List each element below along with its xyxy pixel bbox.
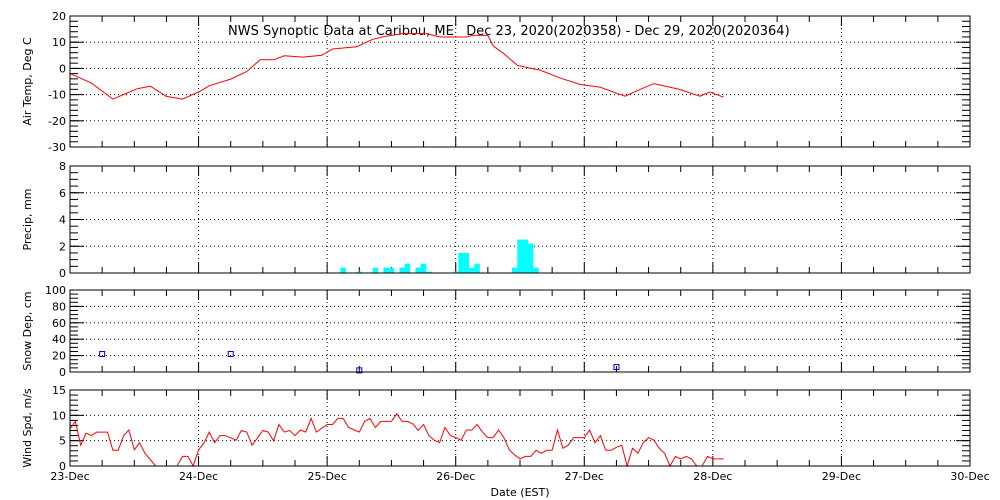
y-tick-label: 4	[59, 214, 66, 227]
y-tick-label: 5	[59, 435, 66, 448]
y-tick-label: 60	[52, 317, 66, 330]
precip-bar	[511, 267, 518, 273]
chart-canvas: NWS Synoptic Data at Caribou, ME Dec 23,…	[21, 10, 990, 499]
precip-bar	[415, 267, 421, 273]
x-tick-label: 27-Dec	[565, 470, 604, 483]
panel-2: 100 80 60 40 20 0 Snow Dep, cm	[21, 284, 971, 379]
precip-bar	[399, 267, 405, 273]
y-tick-label: 40	[52, 333, 66, 346]
y-tick-label: 0	[59, 267, 66, 280]
y-axis-label: Precip, mm	[21, 189, 34, 251]
precip-bar	[463, 252, 470, 273]
precip-bar	[517, 239, 523, 273]
precip-bar	[404, 263, 411, 273]
y-tick-label: 80	[52, 300, 66, 313]
y-tick-label: 0	[59, 62, 66, 75]
chart-title: NWS Synoptic Data at Caribou, ME Dec 23,…	[228, 24, 790, 39]
y-tick-label: 8	[59, 160, 66, 173]
y-tick-label: 20	[52, 10, 66, 23]
series-line	[69, 33, 724, 100]
y-tick-label: 15	[52, 384, 66, 397]
y-tick-label: -10	[48, 89, 66, 102]
y-tick-label: 100	[45, 284, 66, 297]
y-tick-label: 0	[59, 366, 66, 379]
x-tick-label: 26-Dec	[436, 470, 475, 483]
precip-bar	[388, 267, 395, 273]
precip-bar	[469, 267, 475, 273]
x-tick-label: 30-Dec	[950, 470, 989, 483]
y-tick-label: 10	[52, 36, 66, 49]
y-tick-label: 6	[59, 187, 66, 200]
y-axis-label: Air Temp, Deg C	[21, 37, 34, 126]
precip-bar	[533, 267, 539, 273]
precip-bar	[420, 263, 427, 273]
y-tick-label: 10	[52, 409, 66, 422]
x-tick-label: 29-Dec	[822, 470, 861, 483]
precip-bar	[372, 267, 379, 273]
panel-1: 8 6 4 2 0 Precip, mm	[21, 160, 971, 280]
x-tick-label: 25-Dec	[308, 470, 347, 483]
series-line	[69, 412, 724, 468]
panel-frame	[69, 389, 971, 467]
x-tick-label: 23-Dec	[50, 470, 89, 483]
precip-bar	[522, 239, 529, 273]
x-tick-label: 28-Dec	[693, 470, 732, 483]
precip-bar	[340, 267, 346, 273]
precip-bar	[474, 263, 480, 273]
y-tick-label: -30	[48, 141, 66, 154]
nws-caribou-chart: NWS Synoptic Data at Caribou, ME Dec 23,…	[0, 0, 1000, 500]
precip-bar	[383, 267, 389, 273]
x-tick-label: 24-Dec	[179, 470, 218, 483]
y-tick-label: 20	[52, 350, 66, 363]
y-axis-label: Snow Dep, cm	[21, 291, 34, 370]
y-tick-label: 2	[59, 240, 66, 253]
y-axis-label: Wind Spd, m/s	[21, 388, 34, 468]
panel-frame	[69, 289, 971, 373]
y-tick-label: -20	[48, 115, 66, 128]
precip-bar	[458, 252, 464, 273]
panel-3: 151050Wind Spd, m/s	[21, 384, 971, 473]
precip-bar	[528, 243, 534, 273]
x-axis-label: Date (EST)	[490, 486, 549, 499]
